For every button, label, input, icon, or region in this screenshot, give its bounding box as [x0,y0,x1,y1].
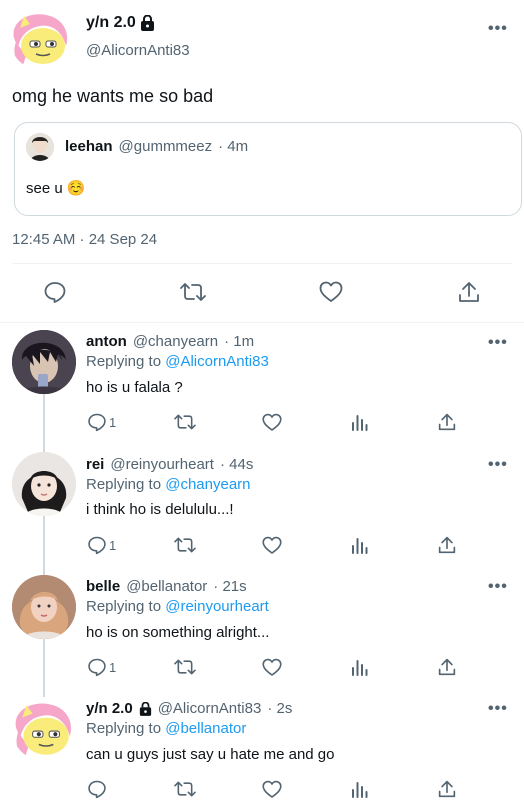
share-icon[interactable] [438,779,456,799]
replying-to-link[interactable]: @reinyourheart [165,598,269,615]
display-name[interactable]: y/n 2.0 [86,700,133,717]
handle[interactable]: @AlicornAnti83 [158,700,262,717]
tweet-timestamp[interactable]: 12:45 AM · 24 Sep 24 [12,231,157,248]
display-name[interactable]: anton [86,333,127,350]
avatar[interactable] [10,8,72,70]
reply-icon [87,412,107,432]
divider [0,322,524,323]
more-icon[interactable]: ••• [488,578,508,596]
retweet-icon[interactable] [180,280,206,304]
reply-count: 1 [109,659,117,675]
views-icon[interactable] [351,780,369,798]
replying-to-link[interactable]: @bellanator [165,720,246,737]
reply-icon[interactable] [43,280,67,304]
avatar[interactable] [12,330,76,394]
quote-handle: @gummmeez [118,138,213,155]
handle[interactable]: @AlicornAnti83 [86,42,190,59]
reply-text: ho is on something alright... [86,624,270,641]
lock-icon [140,15,155,31]
quote-tweet-card[interactable]: leehan @gummmeez · 4m see u ☺️ [14,122,522,216]
display-name[interactable]: rei [86,456,104,473]
views-icon[interactable] [351,413,369,431]
like-icon[interactable] [262,413,282,432]
tweet-time: · 44s [219,456,254,473]
display-name[interactable]: y/n 2.0 [86,14,136,32]
like-icon[interactable] [262,780,282,799]
reply-count: 1 [109,414,117,430]
tweet-time: · 2s [267,700,293,717]
reply-button[interactable]: 1 [87,657,116,677]
replying-label: Replying to [86,598,162,615]
reply-icon[interactable] [87,779,107,799]
views-icon[interactable] [351,658,369,676]
share-icon[interactable] [438,657,456,677]
more-icon[interactable]: ••• [488,334,508,352]
replying-label: Replying to [86,720,162,737]
replying-label: Replying to [86,476,162,493]
avatar[interactable] [12,697,76,761]
views-icon[interactable] [351,536,369,554]
replying-to-link[interactable]: @chanyearn [165,476,250,493]
lock-icon [139,701,152,716]
quote-time: · 4m [218,138,249,155]
retweet-icon[interactable] [174,779,196,799]
reply-icon [87,535,107,555]
replying-to-link[interactable]: @AlicornAnti83 [165,353,269,370]
retweet-icon[interactable] [174,535,196,555]
like-icon[interactable] [262,536,282,555]
reply-text: can u guys just say u hate me and go [86,746,335,763]
like-icon[interactable] [262,658,282,677]
quote-avatar [26,133,54,161]
tweet-time: · 21s [213,578,247,595]
reply-count: 1 [109,537,117,553]
tweet-time: · 1m [224,333,255,350]
avatar[interactable] [12,452,76,516]
replying-label: Replying to [86,353,162,370]
divider [12,263,512,264]
thread-line [43,393,45,697]
reply-button[interactable]: 1 [87,412,116,432]
reply-text: ho is u falala ? [86,379,183,396]
quote-text: see u ☺️ [26,180,86,197]
more-icon[interactable]: ••• [488,456,508,474]
reply-text: i think ho is delululu...! [86,501,234,518]
handle[interactable]: @chanyearn [133,333,218,350]
reply-button[interactable]: 1 [87,535,116,555]
tweet-text: omg he wants me so bad [12,86,214,106]
reply-icon [87,657,107,677]
share-icon[interactable] [438,535,456,555]
share-icon[interactable] [458,280,480,304]
avatar[interactable] [12,575,76,639]
handle[interactable]: @reinyourheart [110,456,214,473]
like-icon[interactable] [319,281,343,303]
more-icon[interactable]: ••• [488,20,508,38]
handle[interactable]: @bellanator [126,578,207,595]
more-icon[interactable]: ••• [488,700,508,718]
display-name[interactable]: belle [86,578,120,595]
retweet-icon[interactable] [174,657,196,677]
retweet-icon[interactable] [174,412,196,432]
quote-display-name: leehan [65,138,113,155]
share-icon[interactable] [438,412,456,432]
